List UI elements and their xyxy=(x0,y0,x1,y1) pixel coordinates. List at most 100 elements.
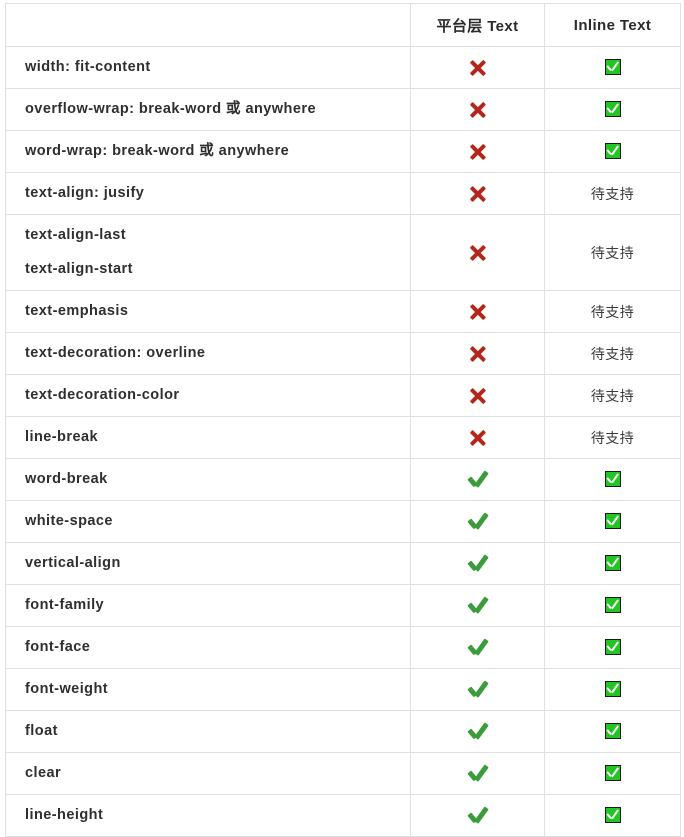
cross-mark-icon xyxy=(468,142,488,162)
property-name-cell: font-face xyxy=(5,626,411,669)
property-name-cell: clear xyxy=(5,752,411,795)
status-cell-supported xyxy=(544,584,681,627)
property-name-line: line-break xyxy=(25,428,98,445)
status-cell-supported xyxy=(410,500,545,543)
property-name-line: word-wrap: break-word 或 anywhere xyxy=(25,142,290,159)
status-cell-supported xyxy=(544,668,681,711)
property-name-cell: white-space xyxy=(5,500,411,543)
table-row: font-face xyxy=(5,626,681,669)
cross-mark-icon xyxy=(468,302,488,322)
property-name-line: text-decoration: overline xyxy=(25,344,206,361)
status-cell-unsupported xyxy=(410,214,545,291)
table-row: font-family xyxy=(5,584,681,627)
status-cell-pending: 待支持 xyxy=(544,416,681,459)
status-cell-supported xyxy=(544,458,681,501)
green-check-box-icon xyxy=(604,143,621,160)
status-cell-unsupported xyxy=(410,130,545,173)
table-body: width: fit-content overflow-wrap: break-w… xyxy=(5,46,681,837)
property-name-cell: text-decoration-color xyxy=(5,374,411,417)
table-row: text-emphasis 待支持 xyxy=(5,290,681,333)
cross-mark-icon xyxy=(468,428,488,448)
property-name-cell: overflow-wrap: break-word 或 anywhere xyxy=(5,88,411,131)
property-name-cell: font-family xyxy=(5,584,411,627)
heavy-check-mark-icon xyxy=(467,638,489,658)
table-row: text-align-last text-align-start 待支持 xyxy=(5,214,681,291)
cross-mark-icon xyxy=(468,58,488,78)
property-name-cell: text-align-last text-align-start xyxy=(5,214,411,291)
status-cell-pending: 待支持 xyxy=(544,374,681,417)
property-name-cell: float xyxy=(5,710,411,753)
status-cell-supported xyxy=(410,752,545,795)
green-check-box-icon xyxy=(604,471,621,488)
table-row: word-wrap: break-word 或 anywhere xyxy=(5,130,681,173)
table-header: 平台层 Text Inline Text xyxy=(5,3,681,47)
status-cell-supported xyxy=(410,794,545,837)
table-row: white-space xyxy=(5,500,681,543)
table-row: overflow-wrap: break-word 或 anywhere xyxy=(5,88,681,131)
heavy-check-mark-icon xyxy=(467,554,489,574)
property-name-cell: font-weight xyxy=(5,668,411,711)
status-cell-supported xyxy=(410,626,545,669)
cross-mark-icon xyxy=(468,243,488,263)
status-cell-supported xyxy=(410,458,545,501)
status-cell-supported xyxy=(544,710,681,753)
table-row: text-decoration: overline 待支持 xyxy=(5,332,681,375)
status-cell-unsupported xyxy=(410,88,545,131)
status-cell-supported xyxy=(410,542,545,585)
property-name-line: font-weight xyxy=(25,680,109,697)
status-cell-unsupported xyxy=(410,416,545,459)
status-cell-supported xyxy=(544,626,681,669)
status-cell-pending: 待支持 xyxy=(544,290,681,333)
table-row: line-height xyxy=(5,794,681,837)
pending-support-label: 待支持 xyxy=(590,244,635,261)
css-property-support-table: 平台层 Text Inline Text width: fit-content o… xyxy=(5,3,681,837)
property-name-cell: vertical-align xyxy=(5,542,411,585)
status-cell-supported xyxy=(544,500,681,543)
heavy-check-mark-icon xyxy=(467,596,489,616)
table-row: text-decoration-color 待支持 xyxy=(5,374,681,417)
table-row: font-weight xyxy=(5,668,681,711)
status-cell-unsupported xyxy=(410,46,545,89)
column-header-platform-text: 平台层 Text xyxy=(410,3,545,47)
property-name-line: text-align-start xyxy=(25,260,133,277)
property-name-line: text-align-last xyxy=(25,226,127,243)
property-name-cell: width: fit-content xyxy=(5,46,411,89)
table-row: line-break 待支持 xyxy=(5,416,681,459)
property-name-line: font-family xyxy=(25,596,105,613)
page-root: 平台层 Text Inline Text width: fit-content o… xyxy=(0,0,684,837)
property-name-line: text-decoration-color xyxy=(25,386,180,403)
property-name-cell: text-decoration: overline xyxy=(5,332,411,375)
property-name-line: text-emphasis xyxy=(25,302,129,319)
header-row: 平台层 Text Inline Text xyxy=(5,3,681,47)
property-name-line: font-face xyxy=(25,638,91,655)
table-row: text-align: jusify 待支持 xyxy=(5,172,681,215)
property-name-line: word-break xyxy=(25,470,108,487)
heavy-check-mark-icon xyxy=(467,470,489,490)
status-cell-supported xyxy=(544,542,681,585)
green-check-box-icon xyxy=(604,555,621,572)
green-check-box-icon xyxy=(604,807,621,824)
property-name-cell: word-wrap: break-word 或 anywhere xyxy=(5,130,411,173)
table-row: clear xyxy=(5,752,681,795)
property-name-cell: text-emphasis xyxy=(5,290,411,333)
property-name-line: overflow-wrap: break-word 或 anywhere xyxy=(25,100,316,117)
cross-mark-icon xyxy=(468,344,488,364)
green-check-box-icon xyxy=(604,101,621,118)
status-cell-pending: 待支持 xyxy=(544,214,681,291)
status-cell-supported xyxy=(544,46,681,89)
green-check-box-icon xyxy=(604,59,621,76)
green-check-box-icon xyxy=(604,513,621,530)
green-check-box-icon xyxy=(604,681,621,698)
green-check-box-icon xyxy=(604,597,621,614)
heavy-check-mark-icon xyxy=(467,764,489,784)
cross-mark-icon xyxy=(468,386,488,406)
pending-support-label: 待支持 xyxy=(590,429,635,446)
property-name-line: line-height xyxy=(25,806,104,823)
property-name-cell: line-height xyxy=(5,794,411,837)
pending-support-label: 待支持 xyxy=(590,303,635,320)
status-cell-supported xyxy=(410,584,545,627)
status-cell-supported xyxy=(544,794,681,837)
property-name-cell: line-break xyxy=(5,416,411,459)
heavy-check-mark-icon xyxy=(467,722,489,742)
status-cell-pending: 待支持 xyxy=(544,332,681,375)
